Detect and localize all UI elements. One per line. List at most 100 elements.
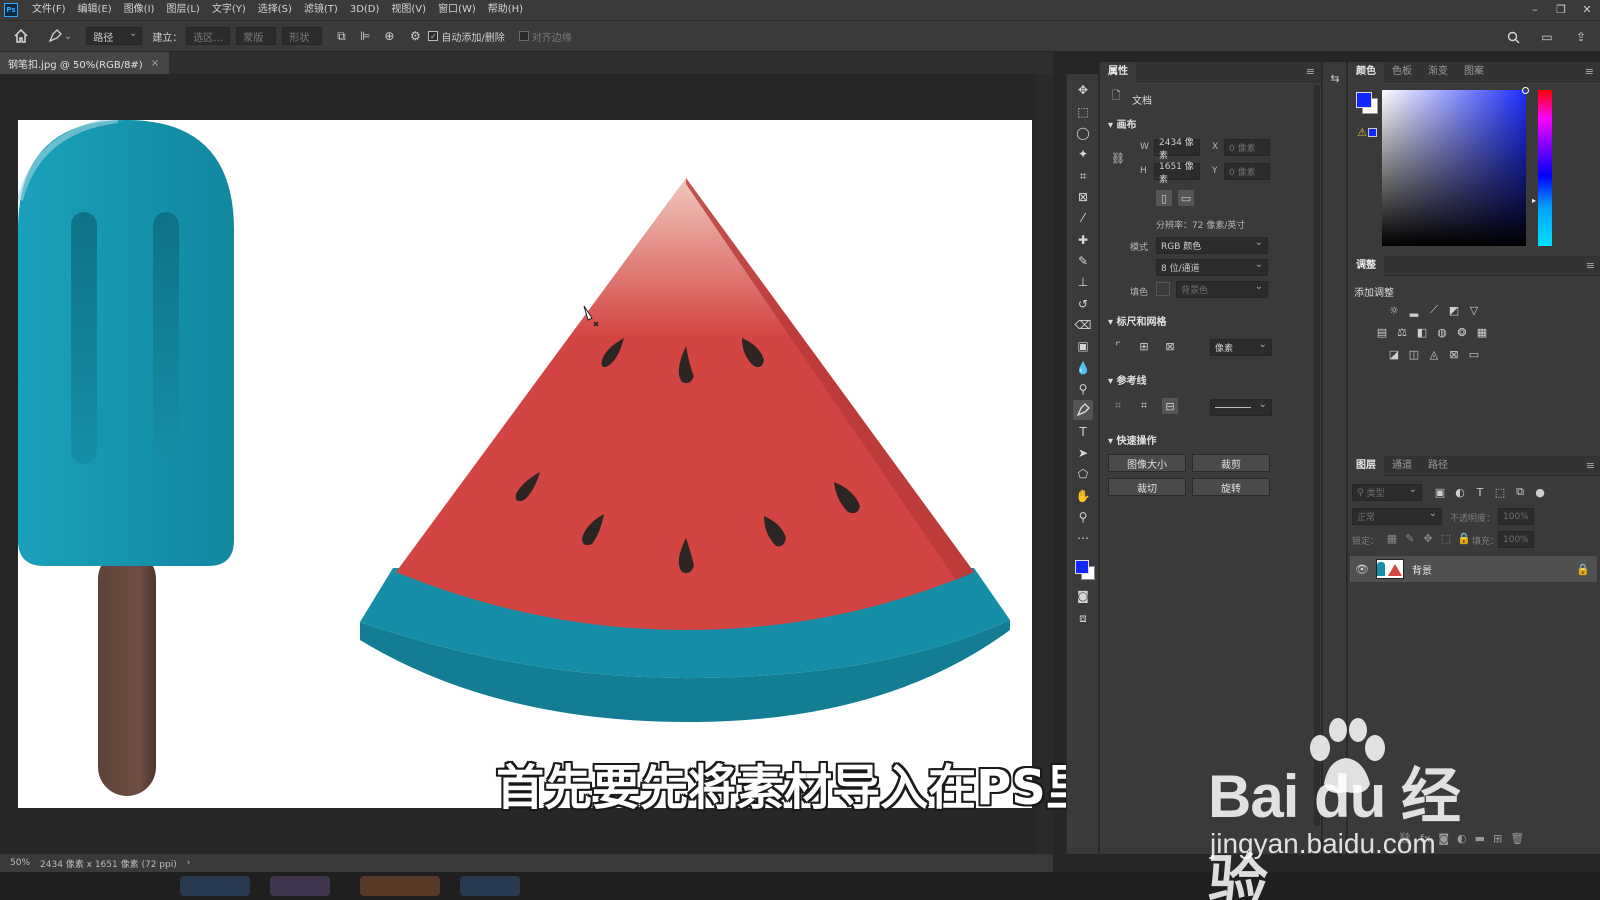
trim-button[interactable]: 裁切 [1108,478,1186,496]
shape-layer-filter-icon[interactable]: ⬚ [1492,484,1508,500]
pen-mode-select[interactable]: 路径 ⌄ [86,27,143,45]
dodge-tool-icon[interactable]: ⚲ [1073,379,1093,399]
document-tab[interactable]: 钢笔扣.jpg @ 50%(RGB/8#) × [0,52,170,74]
smart-object-filter-icon[interactable]: ⧉ [1512,484,1528,500]
tab-adjustments[interactable]: 调整 [1348,255,1384,276]
guide-style-select[interactable] [1210,399,1272,416]
hue-slider[interactable]: ▸ [1532,90,1552,246]
blend-mode-select[interactable]: 正常 [1352,508,1442,525]
gradient-map-icon[interactable]: ▭ [1466,346,1482,362]
quick-actions-section-header[interactable]: ▾ 快速操作 [1108,432,1157,447]
lock-all-icon[interactable]: 🔒 [1456,530,1472,546]
eye-visibility-icon[interactable]: 👁 [1354,561,1370,577]
menu-image[interactable]: 图像(I) [118,0,161,20]
color-balance-icon[interactable]: ⚖ [1394,324,1410,340]
channel-mixer-icon[interactable]: ❂ [1454,324,1470,340]
path-selection-tool-icon[interactable]: ➤ [1073,443,1093,463]
lock-transparency-icon[interactable]: ▦ [1384,530,1400,546]
zoom-tool-icon[interactable]: ⚲ [1073,507,1093,527]
tab-patterns[interactable]: 图案 [1456,62,1492,82]
blur-tool-icon[interactable]: 💧 [1073,358,1093,378]
canvas-section-header[interactable]: ▾ 画布 [1108,116,1137,131]
new-guide-icon[interactable]: ⌗ [1136,398,1152,414]
portrait-orientation-icon[interactable]: ▯ [1156,190,1172,206]
quick-mask-icon[interactable]: ◙ [1073,586,1093,606]
layer-row-background[interactable]: 👁 背景 🔒 [1350,556,1597,582]
grid-icon[interactable]: ⊞ [1136,338,1152,354]
ruler-units-select[interactable]: 像素 [1210,339,1272,356]
tab-color[interactable]: 颜色 [1348,61,1384,82]
fill-color-select[interactable]: 背景色 [1176,281,1268,298]
color-lookup-icon[interactable]: ▦ [1474,324,1490,340]
pixel-layer-filter-icon[interactable]: ▣ [1432,484,1448,500]
pen-tool-preset-icon[interactable] [46,27,64,45]
home-icon[interactable] [12,27,30,45]
lock-pixels-icon[interactable]: ✎ [1402,530,1418,546]
height-field[interactable]: 1651 像素 [1154,162,1200,185]
menu-edit[interactable]: 编辑(E) [72,0,118,20]
panel-menu-icon[interactable]: ≡ [1585,65,1594,78]
tab-properties[interactable]: 属性 [1100,61,1136,82]
hue-slider-handle-icon[interactable]: ▸ [1532,196,1536,205]
make-shape-button[interactable]: 形状 [282,27,323,45]
landscape-orientation-icon[interactable]: ▭ [1178,190,1194,206]
taskbar-item[interactable] [360,876,440,896]
menu-layer[interactable]: 图层(L) [160,0,205,20]
hand-tool-icon[interactable]: ✋ [1073,486,1093,506]
screen-mode-icon[interactable]: ⧈ [1073,608,1093,628]
shape-tool-icon[interactable]: ⬠ [1073,464,1093,484]
history-brush-tool-icon[interactable]: ↺ [1073,294,1093,314]
taskbar-item[interactable] [180,876,250,896]
rulers-grid-section-header[interactable]: ▾ 标尺和网格 [1108,313,1167,328]
stamp-tool-icon[interactable]: ⊥ [1073,272,1093,292]
threshold-icon[interactable]: ◬ [1426,346,1442,362]
adjustment-layer-filter-icon[interactable]: ◐ [1452,484,1468,500]
color-panel-foreground-swatch[interactable] [1356,92,1372,108]
marquee-tool-icon[interactable]: ⬚ [1073,102,1093,122]
delete-layer-icon[interactable]: 🗑 [1510,832,1524,845]
brush-tool-icon[interactable]: ✎ [1073,251,1093,271]
pixel-grid-icon[interactable]: ⊠ [1162,338,1178,354]
gear-icon[interactable]: ⚙ [406,27,424,45]
search-icon[interactable] [1504,28,1522,46]
taskbar-item[interactable] [270,876,330,896]
menu-view[interactable]: 视图(V) [385,0,432,20]
eraser-tool-icon[interactable]: ⌫ [1073,315,1093,335]
crop-tool-icon[interactable]: ⌗ [1073,166,1093,186]
crop-button[interactable]: 裁剪 [1192,454,1270,472]
panel-menu-icon[interactable]: ≡ [1586,259,1595,272]
posterize-icon[interactable]: ◫ [1406,346,1422,362]
web-color-swatch[interactable] [1368,128,1377,137]
foreground-color-swatch[interactable] [1075,560,1089,574]
menu-file[interactable]: 文件(F) [26,0,72,20]
lock-position-icon[interactable]: ✥ [1420,530,1436,546]
levels-icon[interactable]: ▂ [1406,302,1422,318]
menu-3d[interactable]: 3D(D) [344,0,386,20]
gradient-tool-icon[interactable]: ▣ [1073,336,1093,356]
vibrance-icon[interactable]: ▽ [1466,302,1482,318]
fill-color-swatch[interactable] [1156,282,1170,296]
curves-icon[interactable]: ⟋ [1426,302,1442,318]
tab-swatches[interactable]: 色板 [1384,62,1420,82]
menu-window[interactable]: 窗口(W) [432,0,482,20]
filter-toggle-icon[interactable]: ● [1532,484,1548,500]
hue-saturation-icon[interactable]: ▤ [1374,324,1390,340]
zoom-level[interactable]: 50% [10,858,30,868]
photo-filter-icon[interactable]: ◍ [1434,324,1450,340]
tab-layers[interactable]: 图层 [1348,455,1384,476]
opacity-field[interactable]: 100% [1498,508,1534,525]
invert-icon[interactable]: ◪ [1386,346,1402,362]
type-tool-icon[interactable]: T [1073,422,1093,442]
y-field[interactable]: 0 像素 [1224,163,1270,180]
selective-color-icon[interactable]: ⊠ [1446,346,1462,362]
guide-layout-icon[interactable]: ⊟ [1162,398,1178,414]
image-size-button[interactable]: 图像大小 [1108,454,1186,472]
collapsed-panel-icon[interactable]: ⇆ [1327,70,1343,86]
move-tool-icon[interactable]: ✥ [1073,80,1093,100]
color-mode-select[interactable]: RGB 颜色 [1156,237,1268,254]
bit-depth-select[interactable]: 8 位/通道 [1156,259,1268,276]
menu-help[interactable]: 帮助(H) [482,0,529,20]
panel-menu-icon[interactable]: ≡ [1586,459,1595,472]
make-selection-button[interactable]: 选区... [186,27,231,45]
exposure-icon[interactable]: ◩ [1446,302,1462,318]
